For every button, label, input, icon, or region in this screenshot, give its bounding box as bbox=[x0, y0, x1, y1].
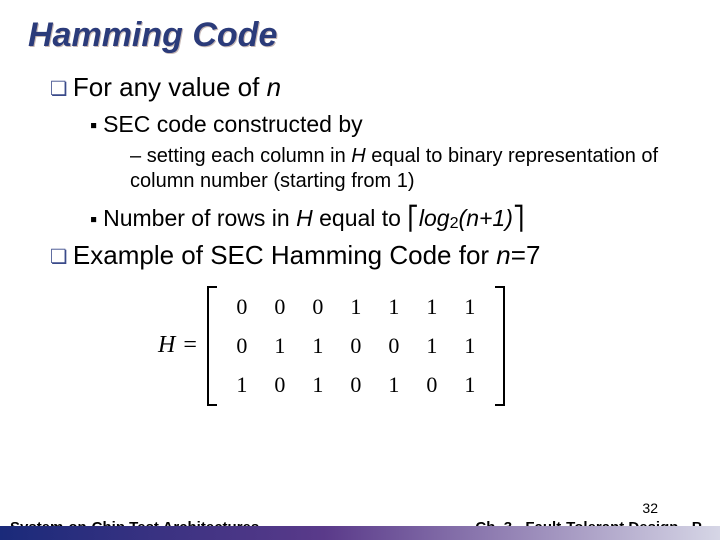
text: For any value of bbox=[73, 72, 267, 102]
bullet-example: Example of SEC Hamming Code for n=7 bbox=[50, 239, 692, 272]
slide-title: Hamming Code bbox=[28, 16, 692, 55]
cell: 0 bbox=[261, 372, 299, 398]
slide: Hamming Code For any value of n SEC code… bbox=[0, 0, 720, 540]
text: SEC code constructed by bbox=[103, 111, 363, 137]
cell: 0 bbox=[261, 294, 299, 320]
cell: 1 bbox=[337, 294, 375, 320]
log: log bbox=[419, 205, 450, 231]
cell: 1 bbox=[375, 294, 413, 320]
var-n: n bbox=[267, 72, 281, 102]
cell: 0 bbox=[337, 333, 375, 359]
cell: 0 bbox=[223, 294, 261, 320]
cell: 1 bbox=[413, 294, 451, 320]
cell: 1 bbox=[299, 372, 337, 398]
text: Example of SEC Hamming Code for bbox=[73, 240, 496, 270]
bullet-sec-constructed: SEC code constructed by bbox=[90, 110, 692, 139]
sub-2: 2 bbox=[450, 214, 459, 232]
var-H: H bbox=[296, 205, 313, 231]
cell: 1 bbox=[261, 333, 299, 359]
bullet-num-rows: Number of rows in H equal to ⎡log2(n+1)⎤ bbox=[90, 204, 692, 233]
cell: 0 bbox=[223, 333, 261, 359]
cell: 1 bbox=[299, 333, 337, 359]
matrix-body: 0001111 0110011 1010101 bbox=[217, 288, 495, 404]
cell: 1 bbox=[413, 333, 451, 359]
cell: 0 bbox=[375, 333, 413, 359]
text: Number of rows in bbox=[103, 205, 296, 231]
matrix-lhs: H bbox=[158, 332, 175, 359]
bullet-setting-column: setting each column in H equal to binary… bbox=[130, 144, 692, 194]
page-number: 32 bbox=[642, 500, 658, 516]
cell: 0 bbox=[337, 372, 375, 398]
cell: 0 bbox=[299, 294, 337, 320]
text: setting each column in bbox=[147, 145, 352, 167]
cell: 1 bbox=[375, 372, 413, 398]
bracket-left bbox=[207, 286, 217, 406]
var-n: n bbox=[496, 240, 510, 270]
cell: 1 bbox=[451, 333, 489, 359]
cell: 1 bbox=[451, 294, 489, 320]
arg: (n+1) bbox=[459, 205, 513, 231]
cell: 1 bbox=[223, 372, 261, 398]
matrix-row: 0001111 bbox=[223, 294, 489, 320]
var-H: H bbox=[351, 145, 365, 167]
matrix-equation: H = 0001111 0110011 1010101 bbox=[158, 286, 692, 406]
matrix-row: 1010101 bbox=[223, 372, 489, 398]
cell: 0 bbox=[413, 372, 451, 398]
text: =7 bbox=[511, 240, 541, 270]
text: equal to bbox=[313, 205, 408, 231]
cell: 1 bbox=[451, 372, 489, 398]
ceil-right: ⎤ bbox=[513, 205, 525, 231]
equals-sign: = bbox=[183, 332, 197, 359]
bullet-for-any-n: For any value of n bbox=[50, 71, 692, 104]
footer-band bbox=[0, 526, 720, 540]
ceil-left: ⎡ bbox=[407, 205, 419, 231]
bracket-right bbox=[495, 286, 505, 406]
matrix-row: 0110011 bbox=[223, 333, 489, 359]
